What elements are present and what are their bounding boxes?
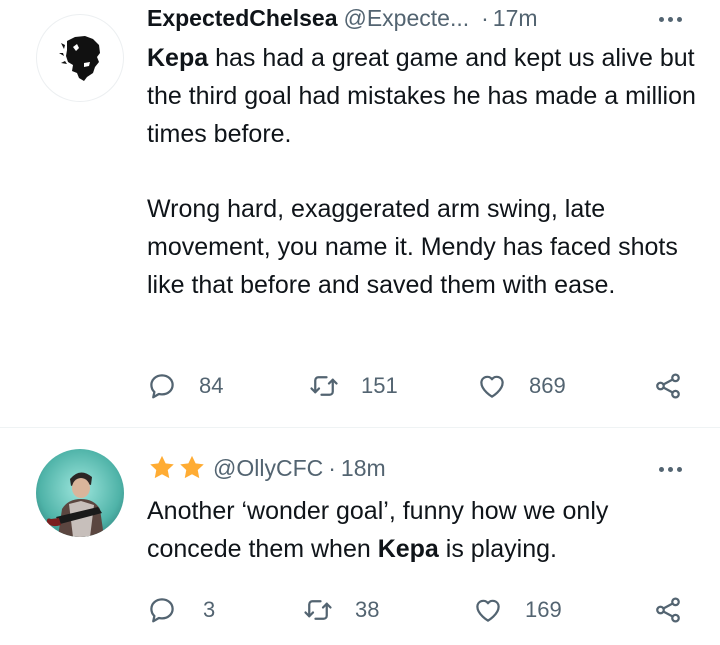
heart-icon — [480, 375, 504, 398]
avatar[interactable] — [36, 14, 124, 102]
text-run: is playing. — [438, 534, 557, 563]
like-count: 869 — [529, 373, 566, 398]
retweet-arrows-icon — [304, 600, 332, 620]
action-bar: 3 38 169 — [147, 590, 692, 630]
reply-count: 84 — [199, 373, 224, 398]
retweet-count: 151 — [361, 373, 398, 398]
tweet-text: Kepa has had a great game and kept us al… — [147, 40, 707, 305]
like-count: 169 — [525, 597, 562, 622]
tweet-header: ExpectedChelsea @Expecte... · 17m — [147, 1, 538, 35]
lion-logo-icon — [59, 36, 100, 81]
more-options-button[interactable] — [653, 9, 687, 29]
tweet-paragraph: Wrong hard, exaggerated arm swing, late … — [147, 191, 707, 304]
text-run: Wrong hard, exaggerated arm swing, late … — [147, 195, 678, 299]
ellipsis-dot — [658, 16, 664, 22]
speech-bubble-icon — [150, 598, 174, 623]
like-button[interactable]: 869 — [477, 366, 566, 406]
avatar[interactable] — [36, 449, 124, 537]
ellipsis-dot — [658, 466, 664, 472]
user-photo-icon — [36, 449, 124, 537]
more-options-button[interactable] — [653, 459, 687, 479]
timestamp[interactable]: 17m — [493, 5, 538, 32]
mention-bold: Kepa — [147, 44, 209, 72]
user-handle[interactable]: @OllyCFC — [213, 455, 323, 482]
text-run: has had a great game and kept us alive b… — [147, 44, 696, 148]
share-nodes-icon — [656, 597, 680, 623]
reply-button[interactable]: 84 — [147, 366, 223, 406]
retweet-button[interactable]: 151 — [309, 366, 398, 406]
star-icon — [180, 455, 204, 479]
tweet[interactable]: ExpectedChelsea @Expecte... · 17m Kepa h… — [0, 0, 720, 427]
retweet-count: 38 — [355, 597, 380, 622]
share-nodes-icon — [656, 373, 680, 399]
action-bar: 84 151 869 — [147, 366, 692, 406]
timestamp[interactable]: 18m — [341, 455, 386, 482]
tweet-text: Another ‘wonder goal’, funny how we only… — [147, 493, 707, 569]
display-name[interactable]: ExpectedChelsea — [147, 5, 337, 32]
user-handle[interactable]: @Expecte... — [343, 5, 469, 32]
retweet-button[interactable]: 38 — [303, 590, 379, 630]
retweet-arrows-icon — [310, 376, 338, 396]
star-icon — [150, 455, 174, 479]
speech-bubble-icon — [150, 374, 174, 399]
reply-count: 3 — [203, 597, 216, 622]
reply-button[interactable]: 3 — [147, 590, 215, 630]
ellipsis-dot — [667, 466, 673, 472]
share-button[interactable] — [653, 366, 683, 406]
ellipsis-dot — [676, 466, 682, 472]
like-button[interactable]: 169 — [473, 590, 562, 630]
separator-dot: · — [481, 4, 489, 31]
ellipsis-dot — [667, 16, 673, 22]
separator-dot: · — [328, 454, 336, 481]
mention-bold: Kepa — [377, 534, 439, 563]
tweet-paragraph: Another ‘wonder goal’, funny how we only… — [147, 493, 707, 569]
share-button[interactable] — [653, 590, 683, 630]
star-emoji — [147, 453, 207, 483]
ellipsis-dot — [676, 16, 682, 22]
tweet-paragraph: Kepa has had a great game and kept us al… — [147, 40, 707, 153]
heart-icon — [476, 599, 500, 622]
tweet-header: @OllyCFC · 18m — [147, 451, 386, 485]
